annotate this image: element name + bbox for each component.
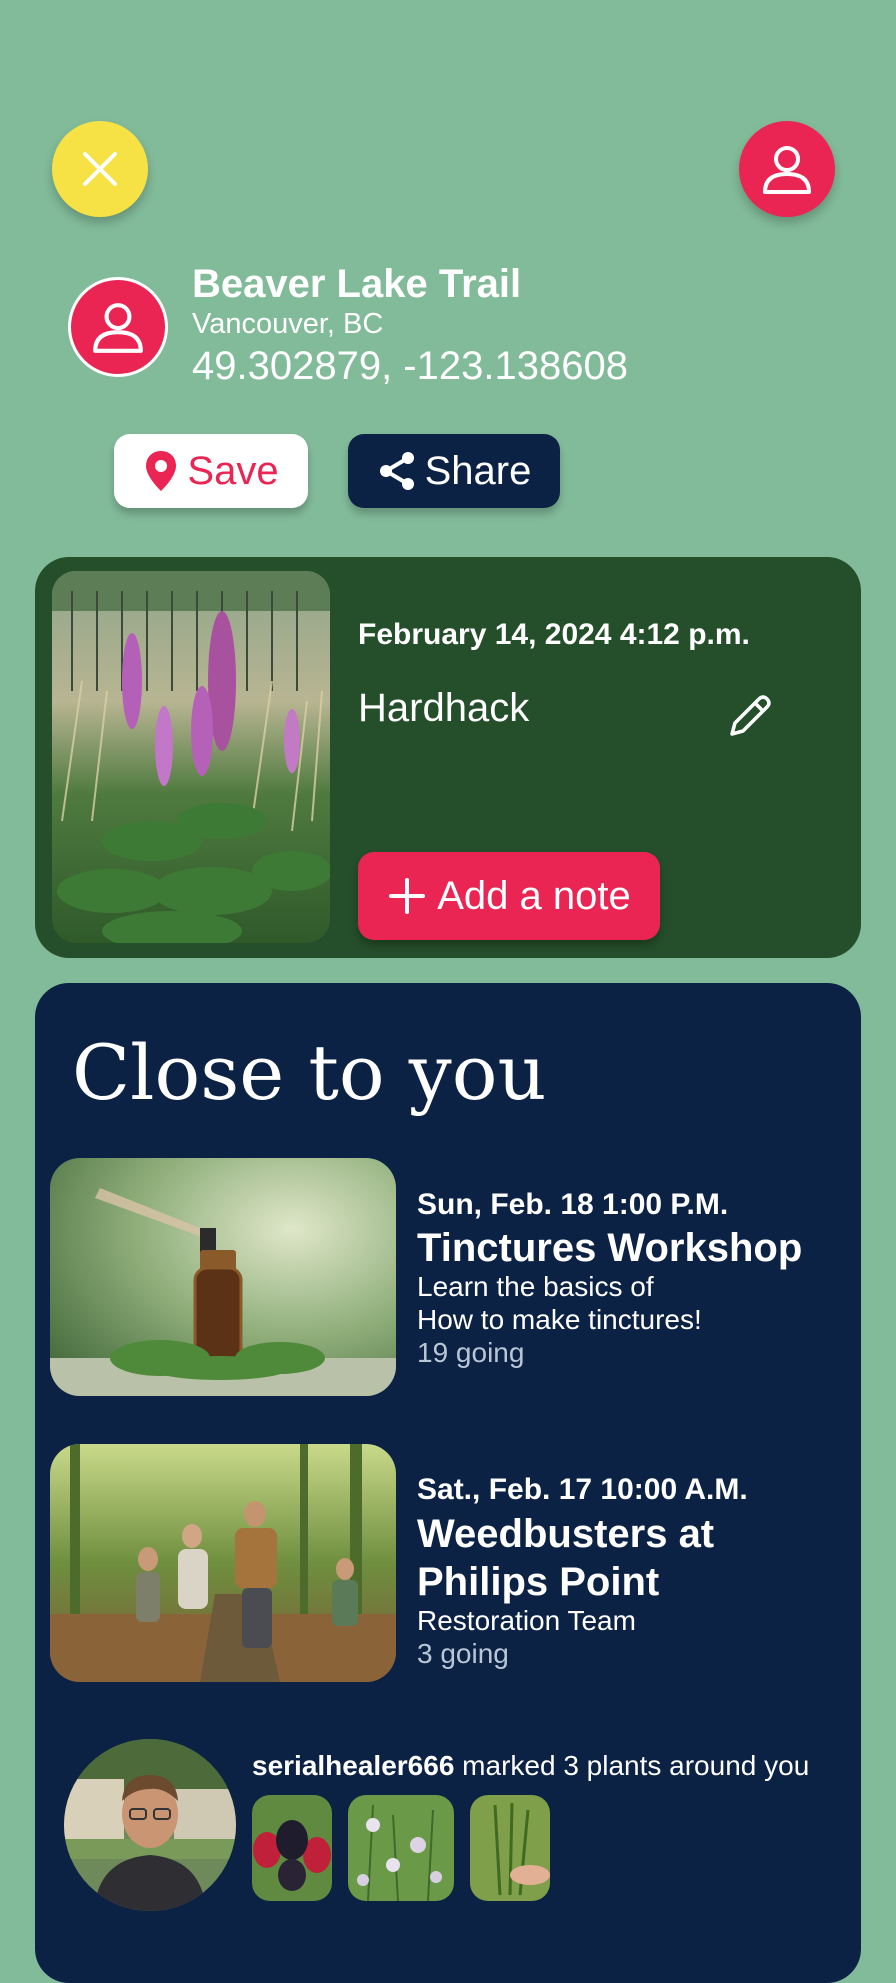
event-photo[interactable] [50,1158,396,1396]
location-city: Vancouver, BC [192,308,384,340]
add-note-button[interactable]: Add a note [358,852,660,940]
event-description-line: Learn the basics of [417,1271,654,1302]
close-icon [83,152,117,186]
save-label: Save [187,448,279,493]
plus-icon [389,878,426,914]
event-photo-image [50,1158,396,1396]
event-date: Sat., Feb. 17 10:00 A.M. [417,1473,748,1506]
plant-thumbnail-image [348,1795,454,1901]
activity-username[interactable]: serialhealer666 [252,1750,454,1781]
event-photo-image [50,1444,396,1682]
event-title[interactable]: Tinctures Workshop [417,1224,802,1272]
plant-photo[interactable] [52,571,330,943]
plant-thumbnail[interactable] [470,1795,550,1901]
location-coordinates: 49.302879, -123.138608 [192,344,628,388]
activity-message: marked 3 plants around you [462,1750,810,1781]
share-button[interactable]: Share [348,434,560,508]
location-avatar [68,277,168,377]
nearby-title: Close to you [72,1028,547,1117]
edit-button[interactable] [722,690,776,744]
event-description: Restoration Team [417,1605,636,1636]
event-photo[interactable] [50,1444,396,1682]
share-label: Share [424,448,532,493]
observation-datetime: February 14, 2024 4:12 p.m. [358,618,750,651]
location-title: Beaver Lake Trail [192,262,522,306]
plant-thumbnail-image [252,1795,332,1901]
save-button[interactable]: Save [114,434,308,508]
plant-photo-image [52,571,330,943]
share-icon [379,452,414,490]
event-date: Sun, Feb. 18 1:00 P.M. [417,1188,729,1221]
user-avatar-image [64,1739,236,1911]
event-title[interactable]: Weedbusters at Philips Point [417,1510,837,1606]
profile-button[interactable] [739,121,835,217]
activity-text: serialhealer666 marked 3 plants around y… [252,1750,809,1782]
user-avatar[interactable] [64,1739,236,1911]
event-description: Learn the basics of How to make tincture… [417,1270,702,1336]
close-button[interactable] [52,121,148,217]
event-description-line: How to make tinctures! [417,1304,702,1335]
pencil-icon [730,695,771,736]
user-icon [93,303,143,353]
event-attendance: 19 going [417,1337,525,1368]
plant-thumbnail-image [470,1795,550,1901]
add-note-label: Add a note [437,873,631,918]
plant-thumbnail[interactable] [348,1795,454,1901]
event-attendance: 3 going [417,1638,509,1669]
plant-name: Hardhack [358,686,530,730]
user-icon [763,146,811,194]
map-pin-icon [146,451,177,491]
plant-thumbnail[interactable] [252,1795,332,1901]
